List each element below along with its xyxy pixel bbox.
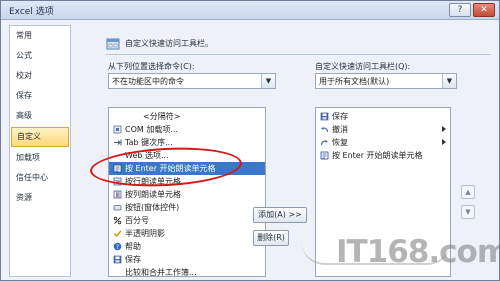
- tab-order-icon: [114, 139, 122, 146]
- list-item[interactable]: COM 加载项...: [109, 123, 265, 136]
- redo-icon: [320, 139, 328, 146]
- section-divider: [106, 54, 491, 55]
- percent-icon: [113, 216, 122, 225]
- list-item[interactable]: 恢复: [316, 136, 450, 149]
- help-icon: ?: [113, 242, 122, 251]
- sidebar-item-advanced[interactable]: 高级: [10, 106, 70, 126]
- sidebar-item-formulas[interactable]: 公式: [10, 46, 70, 66]
- chevron-down-icon[interactable]: ▼: [261, 74, 275, 88]
- quick-access-toolbar-icon: [106, 38, 120, 50]
- undo-icon: [321, 126, 329, 133]
- list-item[interactable]: 保存: [316, 110, 450, 123]
- save-icon: [320, 112, 329, 121]
- add-button[interactable]: 添加(A) >>: [253, 207, 307, 223]
- svg-text:?: ?: [116, 244, 119, 251]
- section-title: 自定义快速访问工具栏。: [125, 39, 213, 48]
- excel-options-dialog: Excel 选项 ? ✕ 常用 公式 校对 保存 高级 自定义 加载项 信任中心…: [0, 0, 500, 281]
- list-item[interactable]: 半透明阴影: [109, 227, 265, 240]
- choose-commands-value: 不在功能区中的命令: [112, 77, 184, 86]
- toolbar-scope-value: 用于所有文档(默认): [319, 77, 390, 86]
- save-icon: [113, 255, 122, 264]
- available-commands-list[interactable]: <分隔符> COM 加载项... Tab 键次序... Web 选项... 按 …: [108, 107, 266, 277]
- sidebar: 常用 公式 校对 保存 高级 自定义 加载项 信任中心 资源: [9, 25, 71, 277]
- chevron-right-icon: [442, 139, 446, 145]
- list-item[interactable]: 保存: [109, 253, 265, 266]
- move-down-button[interactable]: ▼: [461, 205, 475, 219]
- chevron-right-icon: [442, 126, 446, 132]
- sidebar-item-proofing[interactable]: 校对: [10, 66, 70, 86]
- com-addin-icon: [113, 125, 122, 134]
- choose-commands-dropdown[interactable]: 不在功能区中的命令 ▼: [108, 73, 276, 89]
- sidebar-item-addins[interactable]: 加载项: [10, 148, 70, 168]
- checkmark-icon: [113, 230, 122, 238]
- list-item[interactable]: 撤消: [316, 123, 450, 136]
- list-item[interactable]: 百分号: [109, 214, 265, 227]
- help-button[interactable]: ?: [449, 3, 471, 17]
- choose-commands-label: 从下列位置选择命令(C):: [108, 62, 195, 71]
- move-up-button[interactable]: ▲: [461, 185, 475, 199]
- sidebar-item-general[interactable]: 常用: [10, 26, 70, 46]
- sidebar-item-customize[interactable]: 自定义: [11, 127, 69, 147]
- list-item[interactable]: ? 帮助: [109, 240, 265, 253]
- list-item[interactable]: 比较和合并工作簿...: [109, 266, 265, 276]
- title-bar: Excel 选项 ? ✕: [1, 1, 499, 20]
- sidebar-item-resources[interactable]: 资源: [10, 188, 70, 208]
- remove-button[interactable]: 删除(R): [253, 230, 289, 246]
- speak-on-enter-icon: [320, 151, 329, 160]
- list-item[interactable]: 按列朗读单元格: [109, 188, 265, 201]
- sidebar-item-save[interactable]: 保存: [10, 86, 70, 106]
- chevron-down-icon[interactable]: ▼: [442, 74, 456, 88]
- window-title: Excel 选项: [9, 7, 54, 17]
- list-item[interactable]: <分隔符>: [109, 110, 265, 123]
- list-item[interactable]: 按 Enter 开始朗读单元格: [316, 149, 450, 162]
- toolbar-scope-dropdown[interactable]: 用于所有文档(默认) ▼: [315, 73, 457, 89]
- customize-toolbar-label: 自定义快速访问工具栏(Q):: [315, 62, 411, 71]
- sidebar-item-trust-center[interactable]: 信任中心: [10, 168, 70, 188]
- watermark-logo: IT168.com: [336, 234, 500, 270]
- close-button[interactable]: ✕: [473, 3, 495, 17]
- button-control-icon: [113, 205, 122, 211]
- speak-by-columns-icon: [113, 190, 122, 199]
- list-item[interactable]: 按钮(窗体控件): [109, 201, 265, 214]
